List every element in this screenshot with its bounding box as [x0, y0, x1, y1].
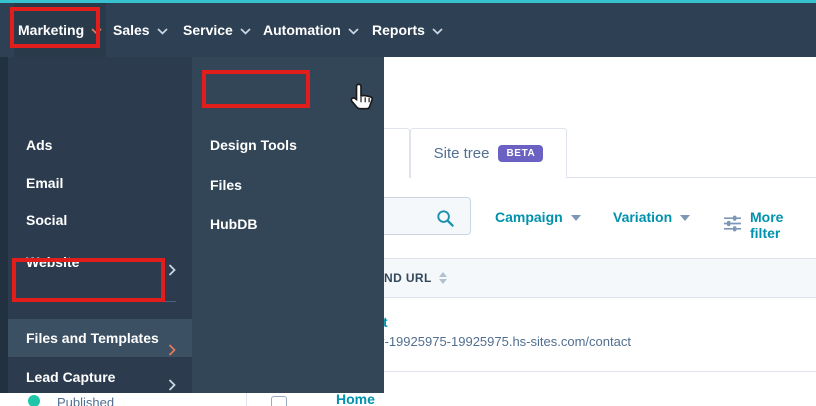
menu-item-social[interactable]: Social: [8, 205, 192, 235]
submenu-item-files[interactable]: Files: [192, 170, 384, 200]
nav-item-marketing[interactable]: Marketing: [14, 3, 107, 57]
menu-item-lead-capture-label: Lead Capture: [26, 369, 116, 385]
menu-item-files-and-templates[interactable]: Files and Templates: [8, 319, 192, 357]
hand-cursor-icon: [349, 82, 376, 117]
tab-row-divider: [567, 177, 816, 178]
submenu-item-hubdb[interactable]: HubDB: [192, 209, 384, 239]
menu-item-ads[interactable]: Ads: [8, 130, 192, 160]
page-url-contact: y-19925975-19925975.hs-sites.com/contact: [378, 334, 631, 349]
submenu-item-design-tools[interactable]: Design Tools: [192, 130, 384, 160]
nav-item-reports-label: Reports: [372, 22, 425, 38]
menu-left-edge: [0, 57, 8, 393]
hubspot-app-window: Site tree BETA Campaign Variation More f…: [0, 0, 816, 406]
page-link-home[interactable]: Home: [336, 391, 375, 406]
submenu-item-design-tools-label: Design Tools: [210, 137, 297, 153]
chevron-down-icon: [432, 22, 443, 38]
sliders-filter-icon: [723, 215, 742, 235]
variation-filter-label: Variation: [613, 209, 673, 225]
nav-item-service[interactable]: Service: [179, 3, 255, 57]
chevron-down-icon: [156, 22, 168, 38]
beta-badge: BETA: [498, 145, 544, 162]
submenu-item-hubdb-label: HubDB: [210, 216, 258, 232]
chevron-down-icon: [570, 215, 581, 221]
chevron-down-icon: [680, 215, 691, 221]
nav-item-sales[interactable]: Sales: [109, 3, 172, 57]
menu-divider: [24, 301, 176, 302]
column-header-label: ND URL: [384, 271, 432, 285]
chevron-down-icon: [91, 22, 102, 38]
campaign-filter-label: Campaign: [495, 209, 563, 225]
row-checkbox[interactable]: [271, 396, 287, 406]
tab-site-tree[interactable]: Site tree BETA: [410, 128, 567, 178]
menu-item-files-and-templates-label: Files and Templates: [26, 330, 159, 346]
column-header-name-and-url[interactable]: ND URL: [384, 271, 447, 285]
menu-item-website-label: Website: [26, 254, 80, 270]
nav-item-reports[interactable]: Reports: [368, 3, 447, 57]
nav-item-automation[interactable]: Automation: [259, 3, 363, 57]
submenu-item-files-label: Files: [210, 177, 242, 193]
nav-item-automation-label: Automation: [263, 22, 341, 38]
tab-site-tree-label: Site tree: [433, 145, 490, 162]
menu-item-website[interactable]: Website: [8, 247, 192, 277]
top-navigation-bar: Marketing Sales Service Automation Repor…: [0, 0, 816, 57]
menu-item-email[interactable]: Email: [8, 168, 192, 198]
search-icon[interactable]: [436, 209, 455, 233]
variation-filter-dropdown[interactable]: Variation: [613, 209, 691, 225]
more-filters-button[interactable]: More filter: [723, 209, 816, 241]
chevron-right-icon: [168, 256, 176, 286]
chevron-down-icon: [240, 22, 251, 38]
chevron-down-icon: [348, 22, 359, 38]
menu-item-lead-capture[interactable]: Lead Capture: [8, 362, 192, 392]
nav-item-service-label: Service: [183, 22, 233, 38]
sort-icon[interactable]: [438, 272, 447, 284]
menu-item-ads-label: Ads: [26, 137, 53, 153]
marketing-dropdown-menu: Ads Email Social Website Files and Templ…: [0, 57, 192, 393]
chevron-right-icon: [168, 371, 176, 401]
menu-item-email-label: Email: [26, 175, 64, 191]
more-filters-label: More filter: [750, 209, 784, 241]
menu-item-planning-and-strategy[interactable]: Planning and Strategy: [8, 402, 192, 406]
nav-item-sales-label: Sales: [113, 22, 150, 38]
campaign-filter-dropdown[interactable]: Campaign: [495, 209, 581, 225]
menu-item-social-label: Social: [26, 212, 68, 228]
nav-item-marketing-label: Marketing: [18, 22, 85, 38]
